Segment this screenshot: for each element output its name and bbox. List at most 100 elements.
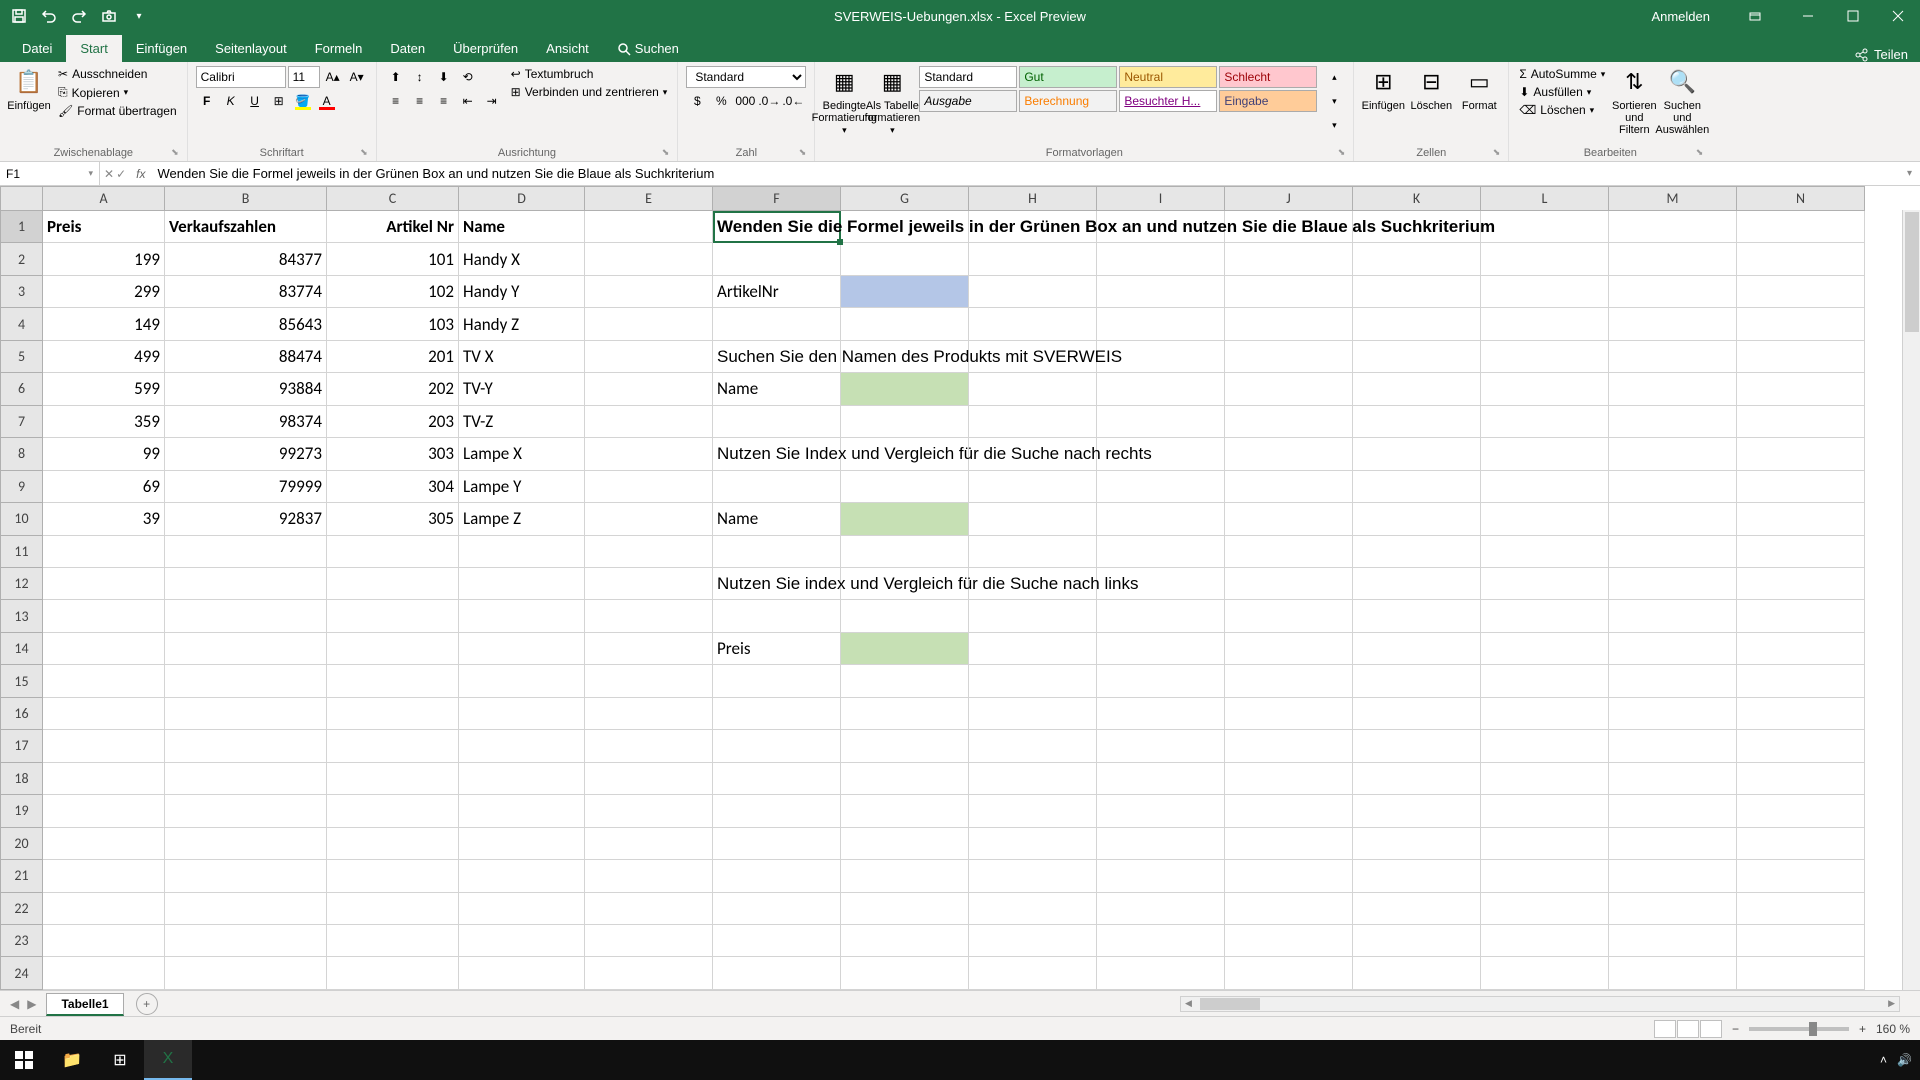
cell-K21[interactable] [1353,860,1481,892]
cell-K7[interactable] [1353,405,1481,437]
cell-D21[interactable] [459,860,585,892]
cell-A22[interactable] [43,892,165,924]
cell-J12[interactable] [1225,567,1353,599]
cell-L5[interactable] [1481,340,1609,372]
align-right-icon[interactable]: ≡ [433,90,455,112]
cell-C15[interactable] [327,665,459,697]
row-header-24[interactable]: 24 [1,957,43,990]
cell-F6[interactable]: Name [713,373,841,405]
column-header-I[interactable]: I [1097,187,1225,211]
cell-N8[interactable] [1737,438,1865,470]
cell-K9[interactable] [1353,470,1481,502]
cell-B12[interactable] [165,567,327,599]
cell-J5[interactable] [1225,340,1353,372]
cell-A24[interactable] [43,957,165,990]
cell-C24[interactable] [327,957,459,990]
row-header-8[interactable]: 8 [1,438,43,470]
cell-D15[interactable] [459,665,585,697]
view-normal-icon[interactable] [1654,1020,1676,1038]
sheet-nav-next-icon[interactable]: ▶ [27,997,36,1011]
cell-A4[interactable]: 149 [43,308,165,340]
cell-N4[interactable] [1737,308,1865,340]
cell-M21[interactable] [1609,860,1737,892]
cell-G2[interactable] [841,243,969,275]
decrease-decimal-icon[interactable]: .0← [782,90,804,112]
cell-G18[interactable] [841,762,969,794]
cell-M12[interactable] [1609,567,1737,599]
styles-scroll-down-icon[interactable]: ▾ [1323,90,1345,112]
cell-M2[interactable] [1609,243,1737,275]
cell-L23[interactable] [1481,924,1609,956]
cell-I10[interactable] [1097,503,1225,535]
tray-chevron-icon[interactable]: ˄ [1880,1053,1887,1067]
cell-H24[interactable] [969,957,1097,990]
cell-E20[interactable] [585,827,713,859]
cell-G22[interactable] [841,892,969,924]
cell-G19[interactable] [841,795,969,827]
view-page-layout-icon[interactable] [1677,1020,1699,1038]
row-header-1[interactable]: 1 [1,211,43,243]
cell-J13[interactable] [1225,600,1353,632]
styles-more-icon[interactable]: ▾ [1323,114,1345,136]
cell-J16[interactable] [1225,697,1353,729]
cell-E8[interactable] [585,438,713,470]
cell-B4[interactable]: 85643 [165,308,327,340]
cell-B19[interactable] [165,795,327,827]
cell-J18[interactable] [1225,762,1353,794]
font-size-select[interactable] [288,66,320,88]
fill-button[interactable]: ⬇Ausfüllen▾ [1517,84,1607,100]
cell-D18[interactable] [459,762,585,794]
cell-H9[interactable] [969,470,1097,502]
cell-D22[interactable] [459,892,585,924]
cell-N3[interactable] [1737,275,1865,307]
cell-B8[interactable]: 99273 [165,438,327,470]
style-neutral[interactable]: Neutral [1119,66,1217,88]
cell-F8[interactable]: Nutzen Sie Index und Vergleich für die S… [713,438,841,470]
cell-C10[interactable]: 305 [327,503,459,535]
cell-B2[interactable]: 84377 [165,243,327,275]
cell-E16[interactable] [585,697,713,729]
format-as-table-button[interactable]: ▦Als Tabelle formatieren▾ [871,66,913,136]
cell-K18[interactable] [1353,762,1481,794]
cell-L14[interactable] [1481,632,1609,664]
cell-J6[interactable] [1225,373,1353,405]
cell-B22[interactable] [165,892,327,924]
minimize-button[interactable] [1785,0,1830,32]
cell-A19[interactable] [43,795,165,827]
cell-C20[interactable] [327,827,459,859]
cell-A14[interactable] [43,632,165,664]
cell-F23[interactable] [713,924,841,956]
cell-K12[interactable] [1353,567,1481,599]
cell-J8[interactable] [1225,438,1353,470]
cell-B9[interactable]: 79999 [165,470,327,502]
row-header-17[interactable]: 17 [1,730,43,762]
cell-B6[interactable]: 93884 [165,373,327,405]
align-top-icon[interactable]: ⬆ [385,66,407,88]
cell-K24[interactable] [1353,957,1481,990]
cell-N9[interactable] [1737,470,1865,502]
cell-K3[interactable] [1353,275,1481,307]
cell-A13[interactable] [43,600,165,632]
cell-G15[interactable] [841,665,969,697]
cell-M19[interactable] [1609,795,1737,827]
paste-button[interactable]: 📋 Einfügen [8,66,50,112]
cell-H6[interactable] [969,373,1097,405]
cell-N19[interactable] [1737,795,1865,827]
row-header-2[interactable]: 2 [1,243,43,275]
cell-I24[interactable] [1097,957,1225,990]
row-header-5[interactable]: 5 [1,340,43,372]
cell-K6[interactable] [1353,373,1481,405]
cell-A17[interactable] [43,730,165,762]
cell-F9[interactable] [713,470,841,502]
cell-M5[interactable] [1609,340,1737,372]
bold-button[interactable]: F [196,90,218,112]
cell-A2[interactable]: 199 [43,243,165,275]
cell-B11[interactable] [165,535,327,567]
column-header-F[interactable]: F [713,187,841,211]
cell-C12[interactable] [327,567,459,599]
view-page-break-icon[interactable] [1700,1020,1722,1038]
cell-I18[interactable] [1097,762,1225,794]
select-all-corner[interactable] [1,187,43,211]
cell-M7[interactable] [1609,405,1737,437]
cell-A6[interactable]: 599 [43,373,165,405]
